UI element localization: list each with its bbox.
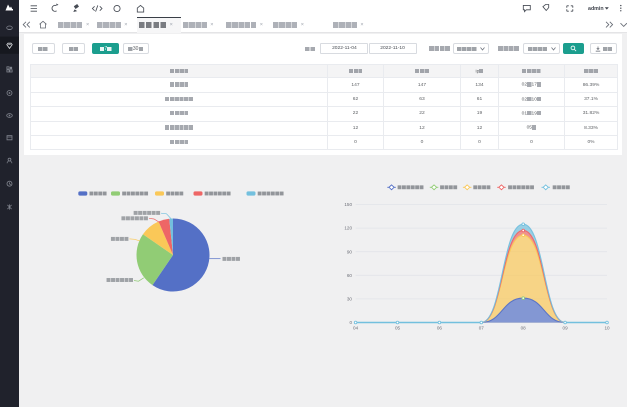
svg-text:09: 09	[563, 326, 569, 331]
svg-text:06: 06	[437, 326, 443, 331]
svg-text:10: 10	[604, 326, 610, 331]
svg-text:07: 07	[479, 326, 485, 331]
svg-text:08: 08	[521, 326, 527, 331]
svg-text:60: 60	[347, 273, 353, 278]
svg-text:05: 05	[395, 326, 401, 331]
svg-text:0: 0	[349, 320, 352, 325]
svg-text:150: 150	[344, 202, 352, 207]
svg-text:30: 30	[347, 297, 353, 302]
svg-text:04: 04	[353, 326, 359, 331]
svg-text:120: 120	[344, 226, 352, 231]
svg-text:90: 90	[347, 249, 353, 254]
